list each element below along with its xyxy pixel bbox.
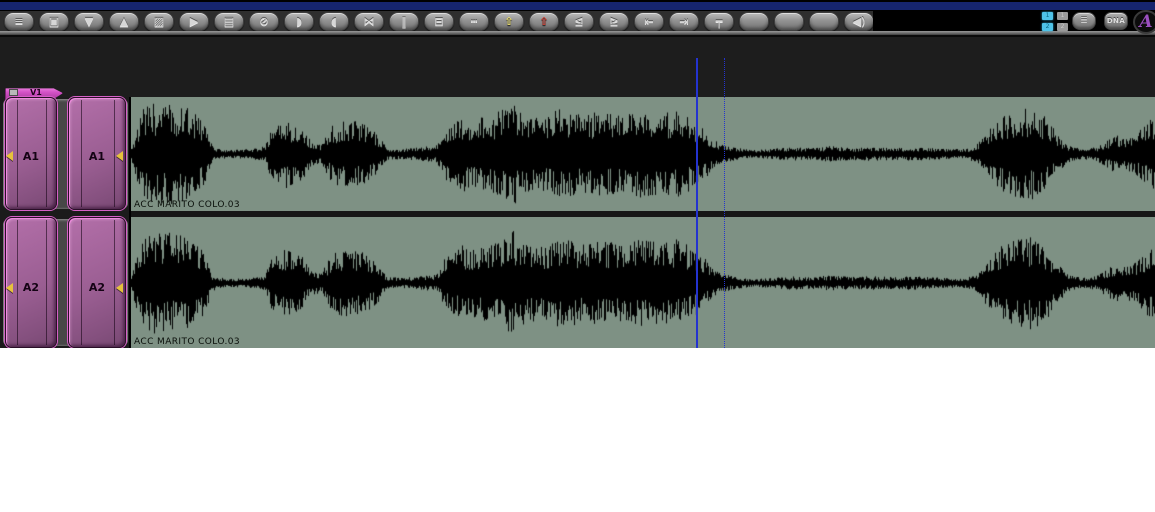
track2-left-arrow[interactable]: [6, 283, 13, 293]
fade-out-icon: ◖: [331, 16, 337, 27]
disable-icon: ⊘: [259, 16, 268, 27]
track1-clip-name: ACC MARITO COLO.03: [134, 200, 240, 210]
crossfade-button[interactable]: ⋈: [354, 12, 384, 31]
tee-tool-button[interactable]: ┯: [704, 12, 734, 31]
mixer-icon: ≡: [14, 16, 23, 27]
fade-out-button[interactable]: ◖: [319, 12, 349, 31]
track2-audio-clip[interactable]: ACC MARITO COLO.03: [131, 217, 1155, 348]
trim-left-icon: ⊴: [574, 16, 583, 27]
track1-waveform: [131, 97, 1155, 211]
app-logo-letter: A: [1139, 12, 1152, 32]
app-logo: A: [1133, 10, 1155, 34]
pattern-icon: ▨: [154, 16, 164, 27]
filmstrip-button[interactable]: ▶: [179, 12, 209, 31]
window-button[interactable]: ▣: [39, 12, 69, 31]
scroll-down-button[interactable]: ▼: [74, 12, 104, 31]
fade-in-button[interactable]: ◗: [284, 12, 314, 31]
track2-waveform: [131, 217, 1155, 348]
trim-left-button[interactable]: ⊴: [564, 12, 594, 31]
track2-left-label: A2: [6, 281, 56, 294]
channel-1-inactive-indicator[interactable]: 1: [1057, 12, 1068, 20]
track2-right-arrow[interactable]: [116, 283, 123, 293]
channel-2-active-indicator[interactable]: 2: [1042, 23, 1053, 31]
track1-left-label: A1: [6, 150, 56, 163]
speaker-icon: ◀): [853, 16, 866, 27]
filmstrip-icon: ▶: [190, 16, 198, 27]
playlist-button[interactable]: ≣: [1072, 12, 1096, 30]
dna-button-label: DNA: [1107, 17, 1125, 25]
align-tracks-icon: ⊟: [434, 16, 443, 27]
butt-splice-button[interactable]: ‖: [389, 12, 419, 31]
scroll-up-button[interactable]: ▲: [109, 12, 139, 31]
track1-right-arrow[interactable]: [116, 151, 123, 161]
crossfade-icon: ⋈: [364, 16, 375, 27]
playlist-icon: ≣: [1080, 16, 1088, 26]
track1-left-arrow[interactable]: [6, 151, 13, 161]
channel-1-active-indicator[interactable]: 1: [1042, 12, 1053, 20]
align-down-button[interactable]: ▤: [214, 12, 244, 31]
align-down-icon: ▤: [224, 16, 234, 27]
scroll-down-icon: ▼: [85, 16, 93, 27]
title-bar: [0, 2, 1155, 10]
track2-clip-name: ACC MARITO COLO.03: [134, 337, 240, 347]
version-tab-box: [9, 89, 18, 96]
tee-tool-icon: ┯: [716, 16, 723, 27]
load-clip-yellow-button[interactable]: ⇧: [494, 12, 524, 31]
speaker-button[interactable]: ◀): [844, 12, 874, 31]
empty-area: [0, 348, 1155, 512]
scroll-up-icon: ▲: [120, 16, 128, 27]
butt-splice-icon: ‖: [401, 16, 407, 27]
blank-1-button[interactable]: [739, 12, 769, 31]
snap-grid-icon: ┅: [471, 16, 478, 27]
blank-2-button[interactable]: [774, 12, 804, 31]
blank-3-button[interactable]: [809, 12, 839, 31]
nudge-right-button[interactable]: ⇥: [669, 12, 699, 31]
window-icon: ▣: [49, 16, 59, 27]
arrange-background: [0, 37, 1155, 97]
edit-point-cursor[interactable]: [724, 58, 725, 348]
trim-right-button[interactable]: ⊵: [599, 12, 629, 31]
dna-button[interactable]: DNA: [1104, 12, 1128, 30]
nudge-left-icon: ⇤: [644, 16, 653, 27]
align-tracks-button[interactable]: ⊟: [424, 12, 454, 31]
nudge-right-icon: ⇥: [679, 16, 688, 27]
mixer-button[interactable]: ≡: [4, 12, 34, 31]
channel-2-inactive-indicator[interactable]: 2: [1057, 23, 1068, 31]
track1-audio-clip[interactable]: ACC MARITO COLO.03: [131, 97, 1155, 211]
disable-button[interactable]: ⊘: [249, 12, 279, 31]
pattern-button[interactable]: ▨: [144, 12, 174, 31]
audio-editor-window: ≡▣▼▲▨▶▤⊘◗◖⋈‖⊟┅⇧⇧⊴⊵⇤⇥┯◀) 1122 ≣ DNA A V1 …: [0, 0, 1155, 512]
nudge-left-button[interactable]: ⇤: [634, 12, 664, 31]
load-clip-yellow-icon: ⇧: [504, 16, 513, 27]
load-clip-red-icon: ⇧: [539, 16, 548, 27]
version-tab-label: V1: [18, 88, 62, 97]
channel-indicators: 1122: [1042, 12, 1068, 31]
playhead-cursor[interactable]: [696, 58, 698, 348]
load-clip-red-button[interactable]: ⇧: [529, 12, 559, 31]
snap-grid-button[interactable]: ┅: [459, 12, 489, 31]
fade-in-icon: ◗: [296, 16, 302, 27]
trim-right-icon: ⊵: [609, 16, 618, 27]
